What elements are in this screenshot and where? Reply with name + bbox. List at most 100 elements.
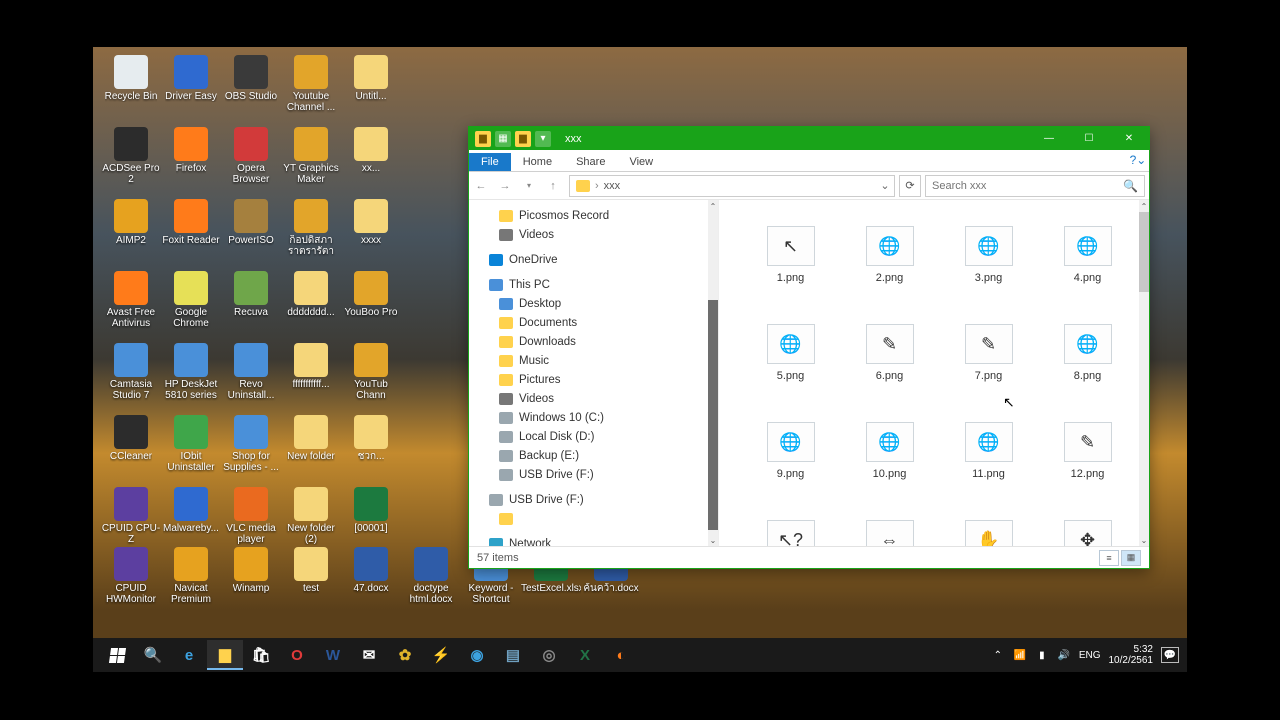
desktop-icon[interactable]: YouBoo Pro: [341, 271, 401, 341]
file-item[interactable]: 🌐9.png: [741, 422, 840, 480]
system-tray[interactable]: ⌃ 📶 ▮ 🔊 ENG 5:32 10/2/2561 💬: [991, 644, 1181, 667]
file-item[interactable]: ✥: [1038, 520, 1137, 546]
tree-item[interactable]: USB Drive (F:): [475, 490, 706, 509]
tab-share[interactable]: Share: [564, 153, 617, 171]
file-item[interactable]: 🌐5.png: [741, 324, 840, 382]
desktop-icon[interactable]: YouTub Chann: [341, 343, 401, 413]
desktop-icon[interactable]: Avast Free Antivirus: [101, 271, 161, 341]
refresh-button[interactable]: ⟳: [899, 175, 921, 197]
tree-item[interactable]: Network: [475, 534, 706, 546]
file-item[interactable]: ✎12.png: [1038, 422, 1137, 480]
tab-file[interactable]: File: [469, 153, 511, 171]
qa-properties-icon[interactable]: ▦: [495, 131, 511, 147]
qa-dropdown-icon[interactable]: ▾: [535, 131, 551, 147]
desktop-icon[interactable]: ddddddd...: [281, 271, 341, 341]
tree-item[interactable]: Videos: [475, 225, 706, 244]
navpane-scroll-thumb[interactable]: [708, 300, 718, 530]
desktop-icon[interactable]: Youtube Channel ...: [281, 55, 341, 125]
desktop-icon[interactable]: Recycle Bin: [101, 55, 161, 125]
battery-icon[interactable]: ▮: [1035, 648, 1049, 662]
file-item[interactable]: ⇔: [840, 520, 939, 546]
desktop-icon[interactable]: Recuva: [221, 271, 281, 341]
volume-icon[interactable]: 🔊: [1057, 648, 1071, 662]
taskbar-firefox[interactable]: ◐: [603, 640, 639, 670]
taskbar-edge[interactable]: e: [171, 640, 207, 670]
taskbar-mail[interactable]: ✉: [351, 640, 387, 670]
tree-item[interactable]: Downloads: [475, 332, 706, 351]
taskbar-word[interactable]: W: [315, 640, 351, 670]
desktop-icon[interactable]: Opera Browser: [221, 127, 281, 197]
navpane-scrollbar[interactable]: ⌃ ⌄: [708, 200, 718, 546]
tree-item[interactable]: USB Drive (F:): [475, 465, 706, 484]
file-item[interactable]: ↖1.png: [741, 226, 840, 284]
tab-view[interactable]: View: [617, 153, 665, 171]
clock[interactable]: 5:32 10/2/2561: [1109, 644, 1154, 667]
desktop-icon[interactable]: ACDSee Pro 2: [101, 127, 161, 197]
taskbar[interactable]: 🔍e▆🛍OW✉✿⚡◉▤◎X◐ ⌃ 📶 ▮ 🔊 ENG 5:32 10/2/256…: [93, 638, 1187, 672]
network-icon[interactable]: 📶: [1013, 648, 1027, 662]
desktop-icon[interactable]: xx...: [341, 127, 401, 197]
desktop-icon[interactable]: Foxit Reader: [161, 199, 221, 269]
taskbar-store[interactable]: 🛍: [243, 640, 279, 670]
details-view-button[interactable]: ≡: [1099, 550, 1119, 566]
desktop-icon[interactable]: Untitl...: [341, 55, 401, 125]
navigation-pane[interactable]: Picosmos RecordVideosOneDriveThis PCDesk…: [469, 200, 719, 546]
desktop-icon[interactable]: PowerISO: [221, 199, 281, 269]
taskbar-file-explorer[interactable]: ▆: [207, 640, 243, 670]
desktop-icon[interactable]: ก็อปดิสภาราตรารัตา: [281, 199, 341, 269]
tree-item[interactable]: Pictures: [475, 370, 706, 389]
tree-item[interactable]: Videos: [475, 389, 706, 408]
taskbar-notepad[interactable]: ▤: [495, 640, 531, 670]
desktop-icon[interactable]: 47.docx: [341, 547, 401, 617]
qa-newfolder-icon[interactable]: ▆: [515, 131, 531, 147]
desktop-icon[interactable]: New folder: [281, 415, 341, 485]
taskbar-opera[interactable]: O: [279, 640, 315, 670]
tree-item[interactable]: Local Disk (D:): [475, 427, 706, 446]
search-input[interactable]: [932, 180, 1123, 192]
scroll-up-icon[interactable]: ⌃: [1139, 200, 1149, 212]
scroll-down-icon[interactable]: ⌄: [708, 534, 718, 546]
taskbar-chrome[interactable]: ◉: [459, 640, 495, 670]
file-item[interactable]: 🌐2.png: [840, 226, 939, 284]
desktop-icon[interactable]: AIMP2: [101, 199, 161, 269]
file-item[interactable]: ↖?: [741, 520, 840, 546]
recent-locations-button[interactable]: ▾: [517, 174, 541, 198]
desktop-icon[interactable]: xxxx: [341, 199, 401, 269]
desktop-icon[interactable]: CPUID HWMonitor: [101, 547, 161, 617]
back-button[interactable]: ←: [469, 174, 493, 198]
close-button[interactable]: ✕: [1109, 127, 1149, 150]
minimize-button[interactable]: —: [1029, 127, 1069, 150]
desktop[interactable]: Recycle BinDriver EasyOBS StudioYoutube …: [93, 47, 1187, 672]
taskbar-app2[interactable]: ⚡: [423, 640, 459, 670]
scroll-down-icon[interactable]: ⌄: [1139, 534, 1149, 546]
up-button[interactable]: ↑: [541, 174, 565, 198]
tray-overflow-icon[interactable]: ⌃: [991, 648, 1005, 662]
tree-item[interactable]: OneDrive: [475, 250, 706, 269]
file-item[interactable]: ✎6.png: [840, 324, 939, 382]
title-bar[interactable]: ▆ ▦ ▆ ▾ xxx — ☐ ✕: [469, 127, 1149, 150]
tree-item[interactable]: Picosmos Record: [475, 206, 706, 225]
desktop-icon[interactable]: CCleaner: [101, 415, 161, 485]
desktop-icon[interactable]: OBS Studio: [221, 55, 281, 125]
desktop-icon[interactable]: ชวก...: [341, 415, 401, 485]
breadcrumb-current[interactable]: xxx: [604, 180, 621, 192]
tree-item[interactable]: This PC: [475, 275, 706, 294]
tab-home[interactable]: Home: [511, 153, 564, 171]
maximize-button[interactable]: ☐: [1069, 127, 1109, 150]
forward-button[interactable]: →: [493, 174, 517, 198]
desktop-icon[interactable]: YT Graphics Maker: [281, 127, 341, 197]
desktop-icon[interactable]: fffffffffff...: [281, 343, 341, 413]
desktop-icon[interactable]: Driver Easy: [161, 55, 221, 125]
file-item[interactable]: 🌐4.png: [1038, 226, 1137, 284]
file-list[interactable]: ↖1.png🌐2.png🌐3.png🌐4.png🌐5.png✎6.png✎7.p…: [719, 200, 1149, 546]
file-item[interactable]: ✎7.png: [939, 324, 1038, 382]
action-center-icon[interactable]: 💬: [1161, 647, 1179, 663]
taskbar-excel[interactable]: X: [567, 640, 603, 670]
tree-item[interactable]: Documents: [475, 313, 706, 332]
tree-item[interactable]: Desktop: [475, 294, 706, 313]
icons-view-button[interactable]: ▦: [1121, 550, 1141, 566]
taskbar-obs[interactable]: ◎: [531, 640, 567, 670]
address-bar[interactable]: ›xxx ⌄: [569, 175, 895, 197]
desktop-icon[interactable]: Camtasia Studio 7: [101, 343, 161, 413]
content-scroll-thumb[interactable]: [1139, 212, 1149, 292]
